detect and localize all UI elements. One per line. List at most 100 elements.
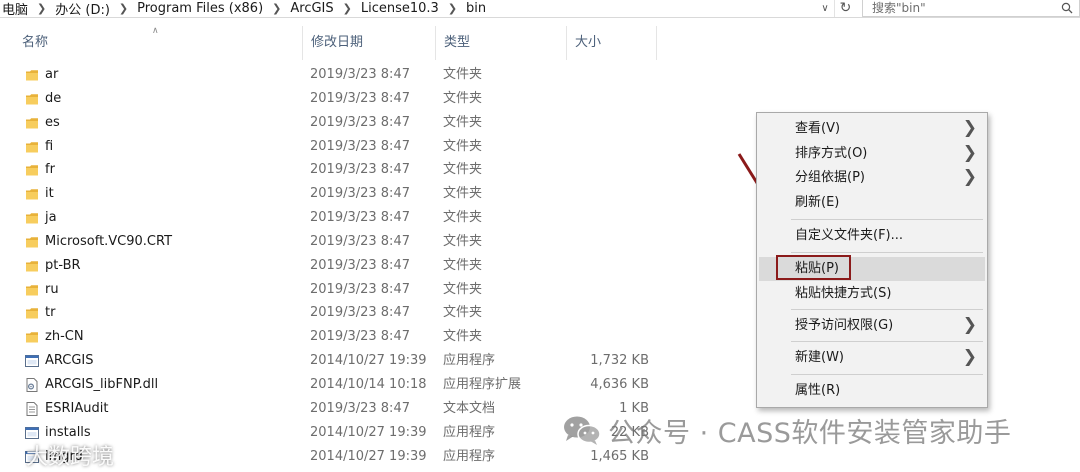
- address-history-dropdown-icon[interactable]: ∨: [818, 1, 832, 16]
- menu-item-properties[interactable]: 属性(R): [759, 379, 985, 403]
- file-size: [560, 301, 649, 325]
- address-bar: 电脑 ❯ 办公 (D:) ❯ Program Files (x86) ❯ Arc…: [0, 0, 1080, 18]
- file-modified-date: 2019/3/23 8:47: [310, 114, 410, 130]
- search-box: [862, 0, 1080, 17]
- file-row[interactable]: ar 2019/3/23 8:47 文件夹: [0, 63, 700, 87]
- menu-item-view[interactable]: 查看(V) ❯: [759, 117, 985, 141]
- file-type: 应用程序: [443, 353, 496, 369]
- menu-item-grant-access[interactable]: 授予访问权限(G) ❯: [759, 314, 985, 338]
- folder-icon: [25, 116, 39, 130]
- file-row[interactable]: ru 2019/3/23 8:47 文件夹: [0, 278, 700, 302]
- file-row[interactable]: it 2019/3/23 8:47 文件夹: [0, 182, 700, 206]
- file-row[interactable]: es 2019/3/23 8:47 文件夹: [0, 111, 700, 135]
- file-name[interactable]: es: [45, 111, 60, 135]
- application-icon: [25, 354, 39, 368]
- menu-item-customize-folder[interactable]: 自定义文件夹(F)...: [759, 224, 985, 248]
- file-row[interactable]: Microsoft.VC90.CRT 2019/3/23 8:47 文件夹: [0, 230, 700, 254]
- watermark-wechat-account: 公众号 · CASS软件安装管家助手: [562, 414, 1011, 449]
- menu-item-label: 新建(W): [795, 350, 844, 365]
- file-modified-date: 2019/3/23 8:47: [310, 305, 410, 321]
- search-icon[interactable]: [1061, 2, 1073, 14]
- file-name[interactable]: ru: [45, 278, 59, 302]
- chevron-right-icon[interactable]: ❯: [441, 2, 464, 15]
- file-name[interactable]: pt-BR: [45, 254, 81, 278]
- file-type: 应用程序: [443, 424, 496, 440]
- menu-item-refresh[interactable]: 刷新(E): [759, 191, 985, 215]
- breadcrumb-item-license[interactable]: License10.3: [359, 1, 441, 16]
- file-type: 文件夹: [443, 210, 483, 226]
- chevron-right-icon[interactable]: ❯: [30, 2, 53, 15]
- column-header-date[interactable]: 修改日期: [303, 26, 436, 60]
- breadcrumb-item-arcgis[interactable]: ArcGIS: [288, 1, 335, 16]
- file-row[interactable]: pt-BR 2019/3/23 8:47 文件夹: [0, 254, 700, 278]
- file-size: [560, 63, 649, 87]
- file-name[interactable]: zh-CN: [45, 325, 84, 349]
- file-modified-date: 2014/10/27 19:39: [310, 424, 427, 440]
- menu-item-paste[interactable]: 粘贴(P): [759, 257, 985, 281]
- chevron-right-icon[interactable]: ❯: [112, 2, 135, 15]
- text-file-icon: [25, 401, 39, 416]
- file-name[interactable]: ar: [45, 63, 58, 87]
- file-name[interactable]: Microsoft.VC90.CRT: [45, 230, 172, 254]
- file-type: 文件夹: [443, 281, 483, 297]
- file-name[interactable]: de: [45, 87, 61, 111]
- menu-item-paste-shortcut[interactable]: 粘贴快捷方式(S): [759, 282, 985, 306]
- menu-item-new[interactable]: 新建(W) ❯: [759, 346, 985, 370]
- breadcrumb-item-pc[interactable]: 电脑: [0, 0, 30, 18]
- file-type: 文件夹: [443, 67, 483, 82]
- file-modified-date: 2014/10/14 10:18: [310, 376, 427, 392]
- wechat-logo-icon: [564, 416, 601, 445]
- menu-item-label: 查看(V): [795, 121, 841, 136]
- column-header-name[interactable]: 名称: [14, 26, 303, 60]
- file-name[interactable]: it: [45, 182, 54, 206]
- file-row[interactable]: fi 2019/3/23 8:47 文件夹: [0, 135, 700, 159]
- menu-item-label: 授予访问权限(G): [795, 318, 894, 333]
- folder-icon: [25, 283, 39, 297]
- file-modified-date: 2019/3/23 8:47: [310, 67, 410, 82]
- column-header-type[interactable]: 类型: [436, 26, 567, 60]
- menu-separator: [791, 374, 983, 375]
- file-name[interactable]: ARCGIS_libFNP.dll: [45, 373, 158, 397]
- file-modified-date: 2019/3/23 8:47: [310, 281, 410, 297]
- chevron-right-icon[interactable]: ❯: [336, 2, 359, 15]
- breadcrumb: 电脑 ❯ 办公 (D:) ❯ Program Files (x86) ❯ Arc…: [0, 0, 488, 18]
- file-size: [560, 87, 649, 111]
- menu-item-group[interactable]: 分组依据(P) ❯: [759, 166, 985, 190]
- breadcrumb-item-program-files[interactable]: Program Files (x86): [135, 1, 265, 16]
- file-name[interactable]: tr: [45, 301, 55, 325]
- context-menu: 查看(V) ❯ 排序方式(O) ❯ 分组依据(P) ❯ 刷新(E) 自定义文件夹…: [756, 112, 988, 408]
- refresh-icon[interactable]: ↻: [834, 0, 856, 17]
- application-icon: [25, 426, 39, 440]
- chevron-right-icon: ❯: [962, 315, 977, 335]
- file-name[interactable]: ARCGIS: [45, 349, 94, 373]
- file-type: 文件夹: [443, 138, 483, 154]
- file-size: [560, 254, 649, 278]
- file-row[interactable]: tr 2019/3/23 8:47 文件夹: [0, 301, 700, 325]
- file-type: 应用程序扩展: [443, 376, 522, 392]
- file-name[interactable]: fi: [45, 135, 53, 159]
- breadcrumb-item-drive[interactable]: 办公 (D:): [53, 0, 112, 18]
- file-name[interactable]: fr: [45, 158, 55, 182]
- chevron-right-icon[interactable]: ❯: [265, 2, 288, 15]
- file-size: [560, 206, 649, 230]
- menu-item-label: 排序方式(O): [795, 146, 868, 161]
- breadcrumb-item-bin[interactable]: bin: [464, 1, 488, 16]
- chevron-right-icon: ❯: [962, 167, 977, 187]
- file-name[interactable]: ESRIAudit: [45, 397, 108, 421]
- folder-icon: [25, 330, 39, 344]
- file-row[interactable]: ARCGIS 2014/10/27 19:39 应用程序 1,732 KB: [0, 349, 700, 373]
- column-header-size[interactable]: 大小: [567, 26, 657, 60]
- file-type: 文件夹: [443, 186, 483, 202]
- file-row[interactable]: ja 2019/3/23 8:47 文件夹: [0, 206, 700, 230]
- file-type: 文件夹: [443, 257, 483, 273]
- file-row[interactable]: ARCGIS_libFNP.dll 2014/10/14 10:18 应用程序扩展 4…: [0, 373, 700, 397]
- file-row[interactable]: zh-CN 2019/3/23 8:47 文件夹: [0, 325, 700, 349]
- menu-item-label: 粘贴快捷方式(S): [795, 286, 892, 301]
- search-input[interactable]: [863, 0, 1043, 15]
- file-row[interactable]: de 2019/3/23 8:47 文件夹: [0, 87, 700, 111]
- menu-item-sort[interactable]: 排序方式(O) ❯: [759, 142, 985, 166]
- file-name[interactable]: ja: [45, 206, 57, 230]
- file-row[interactable]: fr 2019/3/23 8:47 文件夹: [0, 158, 700, 182]
- watermark-site: 大数跨境: [0, 441, 114, 470]
- site-logo-icon: [1, 445, 21, 465]
